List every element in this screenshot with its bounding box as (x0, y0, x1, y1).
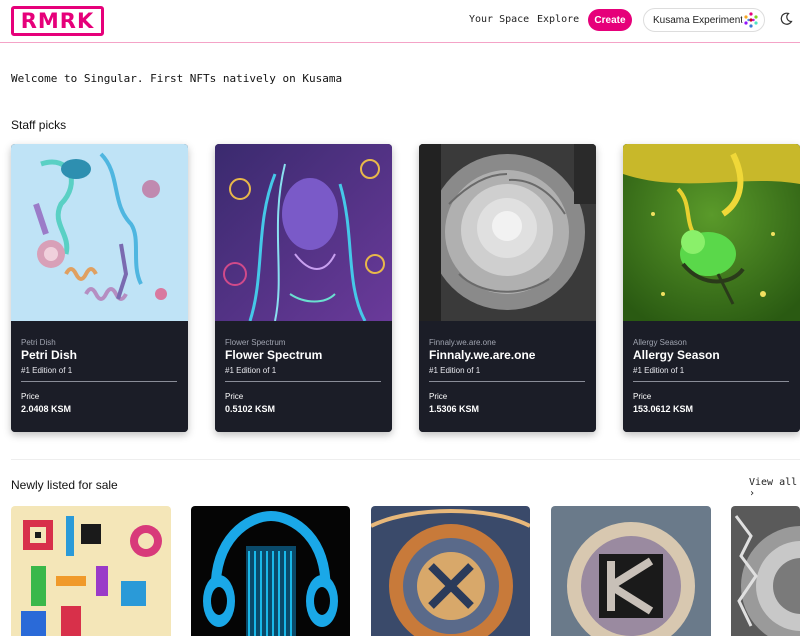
price-value: 0.5102 KSM (225, 404, 276, 414)
price-value: 2.0408 KSM (21, 404, 72, 414)
card-divider (429, 381, 585, 382)
card-edition: #1 Edition of 1 (21, 366, 73, 375)
card-title[interactable]: Allergy Season (633, 348, 720, 362)
card-edition: #1 Edition of 1 (225, 366, 277, 375)
card-info: Finnaly.we.are.one Finnaly.we.are.one #1… (419, 321, 596, 432)
nft-image-petri-dish (11, 144, 188, 321)
nft-thumbnail[interactable] (371, 506, 530, 636)
staff-picks-title: Staff picks (11, 118, 67, 132)
section-divider (11, 459, 800, 460)
card-divider (21, 381, 177, 382)
network-label: Kusama Experiment (653, 14, 744, 26)
nft-card[interactable]: Petri Dish Petri Dish #1 Edition of 1 Pr… (11, 144, 188, 432)
moon-icon[interactable] (779, 12, 793, 26)
price-label: Price (429, 392, 448, 401)
nft-thumbnail[interactable] (191, 506, 350, 636)
card-collection[interactable]: Petri Dish (21, 338, 56, 347)
top-bar: RMRK Your Space Explore Create Kusama Ex… (0, 0, 800, 43)
network-avatar-icon (742, 11, 760, 29)
nft-image-allergy-season (623, 144, 800, 321)
price-label: Price (225, 392, 244, 401)
nft-thumbnail[interactable] (11, 506, 171, 636)
chevron-right-icon: › (749, 488, 756, 499)
card-collection[interactable]: Flower Spectrum (225, 338, 285, 347)
view-all-label: View all (749, 477, 798, 488)
card-title[interactable]: Finnaly.we.are.one (429, 348, 535, 362)
card-title[interactable]: Flower Spectrum (225, 348, 322, 362)
card-collection[interactable]: Allergy Season (633, 338, 687, 347)
card-divider (633, 381, 789, 382)
rmrk-logo[interactable]: RMRK (11, 6, 104, 36)
card-info: Allergy Season Allergy Season #1 Edition… (623, 321, 800, 432)
logo-text: RMRK (20, 9, 95, 33)
nav-your-space[interactable]: Your Space (469, 14, 529, 25)
price-value: 153.0612 KSM (633, 404, 694, 414)
nft-card[interactable]: Finnaly.we.are.one Finnaly.we.are.one #1… (419, 144, 596, 432)
nft-image-flower-spectrum (215, 144, 392, 321)
card-edition: #1 Edition of 1 (429, 366, 481, 375)
nft-card[interactable]: Allergy Season Allergy Season #1 Edition… (623, 144, 800, 432)
card-info: Petri Dish Petri Dish #1 Edition of 1 Pr… (11, 321, 188, 432)
card-info: Flower Spectrum Flower Spectrum #1 Editi… (215, 321, 392, 432)
nft-thumbnail[interactable] (551, 506, 711, 636)
network-selector[interactable]: Kusama Experiment (643, 8, 765, 32)
create-button[interactable]: Create (588, 9, 632, 31)
nft-thumbnail[interactable] (731, 506, 800, 636)
nft-card[interactable]: Flower Spectrum Flower Spectrum #1 Editi… (215, 144, 392, 432)
newly-listed-title: Newly listed for sale (11, 478, 118, 492)
card-title[interactable]: Petri Dish (21, 348, 77, 362)
welcome-text: Welcome to Singular. First NFTs natively… (11, 72, 343, 85)
price-label: Price (633, 392, 652, 401)
nav-explore[interactable]: Explore (537, 14, 579, 25)
price-label: Price (21, 392, 40, 401)
card-edition: #1 Edition of 1 (633, 366, 685, 375)
card-collection[interactable]: Finnaly.we.are.one (429, 338, 496, 347)
view-all-link[interactable]: View all › (749, 477, 800, 499)
card-divider (225, 381, 381, 382)
price-value: 1.5306 KSM (429, 404, 480, 414)
nft-image-rose (419, 144, 596, 321)
